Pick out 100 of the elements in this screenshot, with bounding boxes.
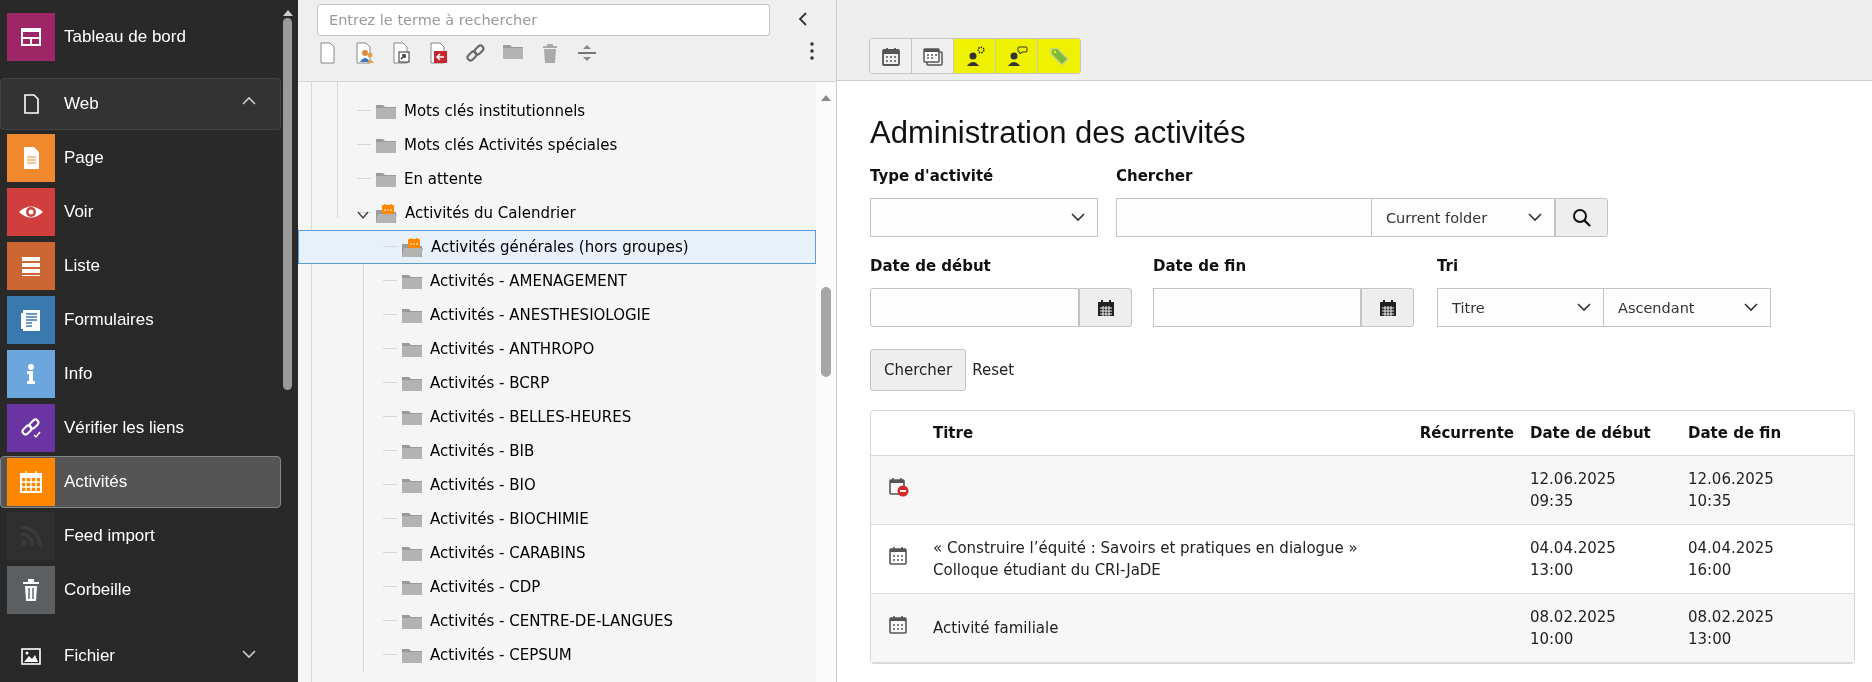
folder-icon [401, 374, 423, 392]
tree-item[interactable]: Mots clés Activités spéciales [298, 128, 816, 162]
tree-item[interactable]: En attente [298, 162, 816, 196]
tree-item-label: Activités - BCRP [430, 374, 550, 392]
table-cell: 08.02.2025 13:00 [1688, 608, 1774, 648]
tree-item[interactable]: Activités - BIB [298, 434, 816, 468]
sidebar-item[interactable]: Activités [0, 456, 281, 508]
sidebar-item[interactable]: Vérifier les liens [0, 401, 281, 455]
tree-item-label: Mots clés Activités spéciales [404, 136, 618, 154]
tree-item-label: Activités - ANTHROPO [430, 340, 595, 358]
sidebar-item[interactable]: Tableau de bord [0, 10, 281, 64]
calendar-button[interactable] [1361, 288, 1414, 327]
tree-item-label: Activités - CARABINS [430, 544, 586, 562]
tree-item-label: Activités - BIO [430, 476, 536, 494]
folder-icon [375, 102, 397, 120]
folder-icon [401, 578, 423, 596]
tree-item-label: Mots clés institutionnels [404, 102, 586, 120]
field-label: Date de fin [1153, 257, 1248, 275]
calendar-icon [1096, 298, 1115, 317]
collapse-icon[interactable] [576, 42, 598, 64]
tree-item-label: Activités - BIB [430, 442, 535, 460]
scrollbar-thumb[interactable] [283, 18, 292, 390]
tree-item[interactable]: Activités - CEPSUM [298, 638, 816, 672]
sidebar-item[interactable]: Voir [0, 185, 281, 239]
tree-item[interactable]: Mots clés institutionnels [298, 94, 816, 128]
folder-icon [401, 306, 423, 324]
page-heading: Administration des activités [870, 115, 1247, 151]
sidebar-item[interactable]: Info [0, 347, 281, 401]
search-field[interactable]: Entrez le terme à rechercher [317, 4, 770, 36]
tree-item[interactable]: Activités - BCRP [298, 366, 816, 400]
tree-item-label: Activités - CENTRE-DE-LANGUES [430, 612, 674, 630]
calendars-icon [921, 45, 944, 67]
table-cell: « Construire l’équité : Savoirs et pratiques en dialogue » Colloque étudiant du CRI-JaDE [933, 539, 1358, 579]
calendar-icon [1378, 298, 1397, 317]
search-field[interactable] [1116, 198, 1372, 237]
folder-icon [401, 340, 423, 358]
tree-item[interactable]: Activités - ANTHROPO [298, 332, 816, 366]
table-cell: 12.06.2025 09:35 [1530, 470, 1616, 510]
tree-item[interactable]: Activités - CDP [298, 570, 816, 604]
search-button[interactable] [1555, 198, 1608, 237]
tree-item-label: En attente [404, 170, 483, 188]
page-move-icon[interactable] [391, 42, 413, 64]
search-submit-button[interactable]: Chercher [870, 349, 967, 391]
calendar-hidden-icon [889, 477, 909, 497]
tree-item[interactable]: Activités générales (hors groupes) [298, 230, 816, 264]
tree-item-label: Activités du Calendrier [405, 204, 576, 222]
table-cell: 08.02.2025 10:00 [1530, 608, 1616, 648]
sort-order-select[interactable]: Ascendant [1604, 288, 1771, 327]
field-label: Type d'activité [870, 167, 995, 185]
user-comment-icon [1005, 45, 1028, 67]
toolbar-button[interactable] [954, 39, 996, 73]
tree-item[interactable]: Activités - ANESTHESIOLOGIE [298, 298, 816, 332]
page-back-icon[interactable] [428, 42, 450, 64]
folder-icon [401, 646, 423, 664]
sort-field-select[interactable]: Titre [1437, 288, 1604, 327]
field-label: Date de début [870, 257, 992, 275]
date-field[interactable] [870, 288, 1079, 327]
calendar-icon [889, 615, 907, 635]
tree-item[interactable]: Activités - BIO [298, 468, 816, 502]
chevron-down-icon [1577, 303, 1591, 312]
folder-icon [401, 476, 423, 494]
reset-link[interactable]: Reset [972, 361, 1015, 379]
page-users-icon[interactable] [354, 42, 376, 64]
table-cell: 04.04.2025 13:00 [1530, 539, 1616, 579]
tree-item-label: Activités générales (hors groupes) [431, 238, 689, 256]
search-icon [1571, 207, 1592, 228]
sidebar-group[interactable]: Fichier [0, 630, 281, 682]
tree-item[interactable]: Activités du Calendrier [298, 196, 816, 230]
folder-icon [401, 272, 423, 290]
calendar-folder-icon [375, 202, 398, 224]
tree-item[interactable]: Activités - AMENAGEMENT [298, 264, 816, 298]
sidebar-group[interactable]: Web [0, 78, 281, 130]
scope-select[interactable]: Current folder [1372, 198, 1555, 237]
sidebar-item[interactable]: Feed import [0, 509, 281, 563]
tree-item[interactable]: Activités - CENTRE-DE-LANGUES [298, 604, 816, 638]
link-icon[interactable] [465, 42, 487, 64]
scrollbar-thumb[interactable] [821, 287, 831, 377]
toolbar-button[interactable] [996, 39, 1038, 73]
toolbar-button[interactable] [870, 39, 912, 73]
tree-item[interactable]: Activités - BELLES-HEURES [298, 400, 816, 434]
more-icon[interactable] [810, 42, 814, 60]
sidebar-item[interactable]: Liste [0, 239, 281, 293]
calendar-button[interactable] [1079, 288, 1132, 327]
tree-item[interactable]: Activités - BIOCHIMIE [298, 502, 816, 536]
tree-item[interactable]: Activités - CARABINS [298, 536, 816, 570]
tag-icon [1048, 45, 1070, 67]
sidebar-item[interactable]: Formulaires [0, 293, 281, 347]
chevron-down-icon [1528, 213, 1542, 222]
calendar-folder-icon [401, 236, 424, 258]
tree-item-label: Activités - ANESTHESIOLOGIE [430, 306, 651, 324]
sidebar-item[interactable]: Page [0, 131, 281, 185]
tree-item-label: Activités - AMENAGEMENT [430, 272, 627, 290]
scroll-up-icon[interactable] [282, 9, 294, 17]
folder-icon [401, 510, 423, 528]
select-field[interactable] [870, 198, 1098, 237]
date-field[interactable] [1153, 288, 1361, 327]
chevron-down-icon[interactable] [357, 209, 369, 221]
collapse-panel-icon[interactable] [798, 11, 808, 27]
tree-item-label: Activités - CDP [430, 578, 541, 596]
sidebar-item[interactable]: Corbeille [0, 563, 281, 617]
